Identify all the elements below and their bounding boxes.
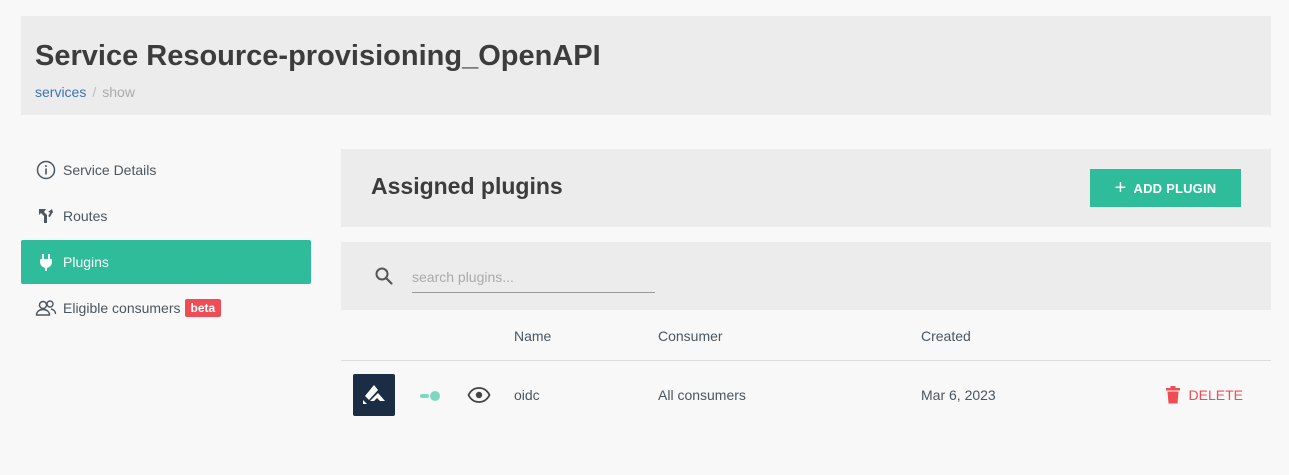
info-circle-icon	[35, 159, 57, 181]
add-plugin-button[interactable]: + ADD PLUGIN	[1090, 169, 1241, 207]
sidebar-item-service-details[interactable]: Service Details	[21, 148, 311, 192]
search-icon	[374, 266, 394, 286]
delete-label: DELETE	[1188, 387, 1243, 403]
sidebar: Service Details Routes Plugins Eligible …	[21, 148, 311, 332]
breadcrumb-current: show	[102, 84, 135, 100]
panel-title: Assigned plugins	[371, 173, 563, 199]
sidebar-item-label: Routes	[63, 208, 108, 224]
page-header: Service Resource-provisioning_OpenAPI se…	[21, 16, 1271, 115]
oidc-plugin-logo	[353, 374, 395, 416]
sidebar-item-label: Plugins	[63, 254, 109, 270]
plugins-table: Name Consumer Created oidc All consumers…	[341, 311, 1271, 429]
plus-icon: +	[1114, 177, 1127, 199]
sidebar-item-plugins[interactable]: Plugins	[21, 240, 311, 284]
breadcrumb: services / show	[35, 84, 135, 100]
eye-icon[interactable]	[467, 386, 491, 407]
column-header-created: Created	[921, 328, 971, 344]
table-header: Name Consumer Created	[341, 311, 1271, 361]
table-row: oidc All consumers Mar 6, 2023 DELETE	[341, 361, 1271, 429]
search-bar	[341, 242, 1271, 310]
sidebar-item-eligible-consumers[interactable]: Eligible consumers beta	[21, 286, 311, 330]
plugin-created-date: Mar 6, 2023	[921, 387, 996, 403]
breadcrumb-services-link[interactable]: services	[35, 84, 86, 100]
page-title: Service Resource-provisioning_OpenAPI	[35, 40, 601, 72]
sidebar-item-routes[interactable]: Routes	[21, 194, 311, 238]
sidebar-item-label: Service Details	[63, 162, 157, 178]
plugin-name[interactable]: oidc	[514, 387, 540, 403]
beta-badge: beta	[184, 299, 222, 317]
trash-icon	[1165, 386, 1180, 404]
add-plugin-label: ADD PLUGIN	[1133, 180, 1217, 196]
sidebar-item-label: Eligible consumers	[63, 300, 181, 316]
routes-icon	[35, 205, 57, 227]
breadcrumb-separator: /	[92, 84, 97, 100]
delete-button[interactable]: DELETE	[1165, 386, 1243, 404]
column-header-consumer: Consumer	[658, 328, 723, 344]
assigned-plugins-header: Assigned plugins + ADD PLUGIN	[341, 149, 1271, 227]
plugin-consumer: All consumers	[658, 387, 746, 403]
column-header-name: Name	[514, 328, 552, 344]
users-icon	[35, 297, 57, 319]
enabled-toggle-icon[interactable]	[419, 389, 443, 405]
search-input[interactable]	[412, 262, 655, 293]
plug-icon	[35, 251, 57, 273]
